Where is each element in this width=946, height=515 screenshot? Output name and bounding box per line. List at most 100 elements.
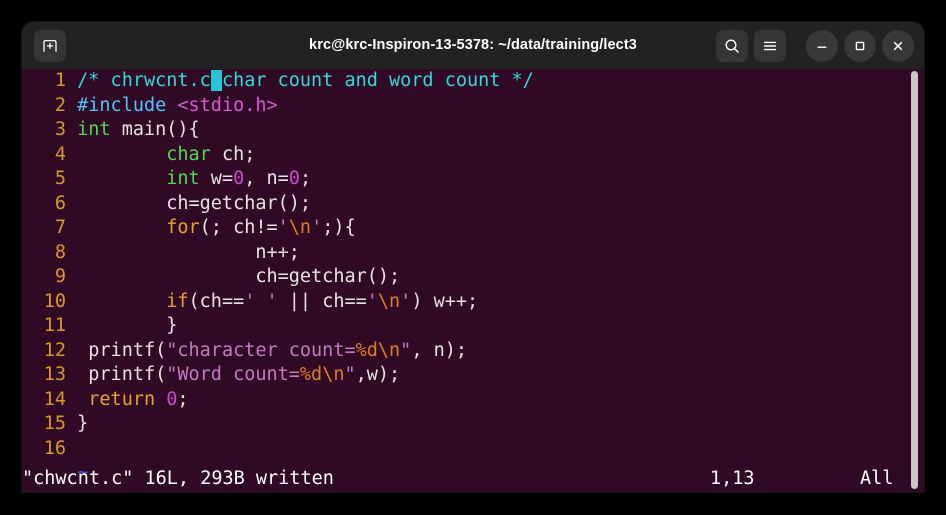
minimize-icon (817, 46, 827, 48)
code-span: ch; (210, 143, 256, 165)
line-number: 9 (54, 266, 66, 287)
line-number: 16 (43, 437, 66, 459)
editor-line[interactable]: 13 printf("Word count=%d\n",w); (22, 363, 924, 388)
code-span: ' (277, 217, 289, 238)
code-span: printf( (77, 339, 167, 361)
editor-line[interactable]: 1 /* chrwcnt.c char count and word count… (22, 69, 924, 94)
editor-line[interactable]: 4 char ch; (22, 143, 924, 168)
editor-line[interactable]: 12 printf("character count=%d\n", n); (22, 339, 924, 364)
line-content (66, 389, 77, 410)
code-span: ,w); (355, 364, 401, 385)
line-number: 8 (54, 241, 66, 263)
line-content (66, 119, 77, 140)
code-span: int (166, 168, 200, 189)
screen: krc@krc-Inspiron-13-5378: ~/data/trainin… (0, 0, 946, 515)
line-number: 4 (54, 143, 66, 165)
editor-line[interactable]: 15 } (22, 412, 924, 437)
minimize-button[interactable] (806, 30, 838, 62)
line-content (66, 95, 77, 116)
line-number: 2 (54, 94, 66, 116)
code-span: #include (77, 94, 178, 116)
editor-line[interactable]: 10 if(ch==' ' || ch=='\n') w++; (22, 290, 924, 315)
scrollbar-thumb[interactable] (911, 71, 918, 489)
code-span: ' ' (244, 290, 278, 312)
line-content (66, 193, 77, 214)
editor-line[interactable]: 2 #include <stdio.h> (22, 94, 924, 119)
editor-line[interactable]: 3 int main(){ (22, 118, 924, 143)
line-content (66, 242, 77, 263)
cursor-position: 1,13 (710, 468, 755, 489)
line-content (66, 315, 77, 336)
code-span: , n= (244, 168, 289, 189)
line-number: 14 (43, 388, 66, 410)
code-span: ' (400, 290, 412, 312)
code-span (77, 291, 166, 312)
maximize-button[interactable] (844, 30, 876, 62)
code-span (155, 389, 166, 410)
line-content (66, 144, 77, 165)
editor-line[interactable]: 14 return 0; (22, 388, 924, 413)
code-span: \n (377, 339, 401, 361)
scroll-indicator: All (860, 468, 894, 489)
line-number: 1 (54, 70, 66, 91)
search-button[interactable] (716, 30, 748, 62)
code-span: (ch== (188, 290, 245, 312)
title-bar: krc@krc-Inspiron-13-5378: ~/data/trainin… (22, 22, 924, 69)
terminal-content[interactable]: 1 /* chrwcnt.c char count and word count… (22, 69, 924, 492)
line-number: 10 (43, 290, 66, 312)
code-span (77, 144, 166, 165)
code-span: 0 (233, 168, 245, 189)
search-icon (725, 39, 739, 53)
line-number: 12 (43, 339, 66, 361)
editor-line[interactable]: 5 int w=0, n=0; (22, 167, 924, 192)
close-icon (893, 41, 903, 51)
line-content (66, 438, 77, 459)
editor-line[interactable]: 8 n++; (22, 241, 924, 266)
code-span (77, 168, 166, 189)
code-span: " (400, 339, 412, 361)
code-span: main(){ (110, 119, 200, 140)
code-span: " (344, 364, 356, 385)
scrollbar[interactable] (908, 69, 920, 492)
line-number: 3 (54, 119, 66, 140)
close-button[interactable] (882, 30, 914, 62)
menu-button[interactable] (754, 30, 786, 62)
editor-line[interactable]: 6 ch=getchar(); (22, 192, 924, 217)
line-content (66, 340, 77, 361)
code-span (77, 217, 166, 238)
code-span: ch=getchar(); (77, 266, 401, 287)
code-span: /* chrwcnt.c (77, 70, 211, 91)
line-content (66, 266, 77, 287)
code-span: w= (199, 168, 234, 189)
code-span: , n); (411, 339, 468, 361)
new-tab-icon (43, 39, 57, 52)
code-span: ;){ (322, 217, 356, 238)
editor-line[interactable]: 16 (22, 437, 924, 462)
code-span: \n (377, 290, 401, 312)
line-number: 5 (54, 168, 66, 189)
code-span: return (88, 388, 156, 410)
maximize-icon (855, 41, 865, 51)
code-span: int (77, 119, 111, 140)
text-cursor (210, 70, 222, 91)
line-content (66, 413, 77, 434)
editor-line[interactable]: 11 } (22, 314, 924, 339)
new-tab-button[interactable] (34, 30, 66, 62)
code-span: \n (322, 364, 345, 385)
vim-buffer[interactable]: 1 /* chrwcnt.c char count and word count… (22, 69, 924, 486)
line-number: 13 (43, 364, 66, 385)
code-span (77, 389, 88, 410)
code-span: printf( (77, 364, 167, 385)
line-content (66, 168, 77, 189)
code-span: 0 (288, 168, 300, 189)
code-span: %d (355, 339, 378, 361)
code-span: ; (177, 388, 189, 410)
editor-line[interactable]: 9 ch=getchar(); (22, 265, 924, 290)
code-span: if (166, 290, 189, 312)
line-number: 15 (43, 413, 66, 434)
code-span: \n (288, 217, 312, 238)
editor-line[interactable]: 7 for(; ch!='\n';){ (22, 216, 924, 241)
code-span: (; ch!= (199, 217, 278, 238)
code-span: <stdio.h> (177, 94, 278, 116)
code-span: for (166, 217, 200, 238)
